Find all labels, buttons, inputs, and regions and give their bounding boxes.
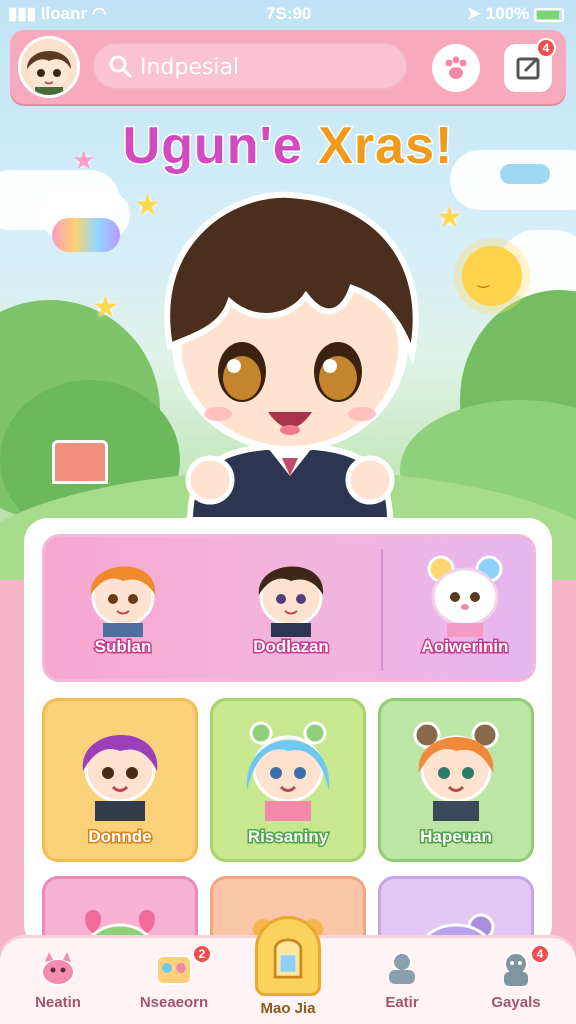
character-portrait [427, 555, 503, 637]
door-icon [273, 938, 303, 979]
nav-item-neatin[interactable]: Neatin [2, 944, 114, 1020]
location-icon: ➤ [466, 4, 482, 23]
search-bar[interactable] [92, 42, 408, 90]
paw-button[interactable] [432, 44, 480, 92]
sun-icon: ‿ [462, 246, 522, 306]
character-portrait [413, 721, 499, 821]
battery-percent: 100% [485, 4, 530, 23]
nav-item-mao-jia[interactable]: Mao Jia [232, 916, 344, 1017]
nav-badge: 4 [530, 944, 550, 964]
status-right: ➤ 100% [467, 4, 564, 24]
nav-label: Eatir [385, 994, 419, 1011]
featured-label: Sublan [93, 636, 153, 658]
toy-box-icon [156, 955, 192, 985]
featured-item[interactable]: Dodlazan [231, 545, 351, 677]
page-title: Ugun'e Xras! [0, 116, 576, 177]
carrier-label: Iloanr [40, 4, 88, 23]
notification-badge: 4 [536, 38, 556, 58]
nav-label: Mao Jia [260, 1000, 316, 1017]
robot-icon [389, 952, 415, 984]
pink-creature-icon [41, 952, 75, 986]
top-bar: 4 [10, 30, 566, 104]
character-portrait [246, 721, 330, 821]
card-label: Hapeuan [419, 826, 494, 848]
nav-item-gayals[interactable]: 4 Gayals [460, 944, 572, 1020]
nav-item-eatir[interactable]: Eatir [346, 944, 458, 1020]
nav-label: Nseaeorn [139, 994, 209, 1011]
featured-label: Aoiwerinin [420, 636, 510, 658]
nav-badge: 2 [192, 944, 212, 964]
edit-button[interactable]: 4 [504, 38, 556, 92]
card-label: Rissaniny [246, 826, 329, 848]
featured-divider [381, 549, 383, 671]
character-portrait [258, 566, 324, 637]
paw-icon [445, 56, 467, 79]
character-card[interactable]: Rissaniny [210, 698, 366, 862]
featured-row[interactable]: Sublan Dodlazan Aoiwerinin [42, 534, 536, 682]
star-icon: ★ [92, 290, 119, 325]
bottom-nav: Neatin 2 Nseaeorn Mao Jia Eatir 4 Gayals [0, 916, 576, 1024]
character-grid: Sublan Dodlazan Aoiwerinin Donnde Rissan… [24, 518, 552, 948]
title-part-2: Xras! [317, 116, 454, 177]
featured-item[interactable]: Aoiwerinin [405, 545, 525, 677]
character-card[interactable]: Hapeuan [378, 698, 534, 862]
search-icon [109, 55, 132, 78]
toy-house [52, 440, 108, 484]
card-label: Donnde [87, 826, 153, 848]
wifi-icon: ◠ [91, 4, 107, 23]
hero-character [164, 191, 419, 520]
character-portrait [90, 566, 156, 637]
nav-label: Neatin [35, 994, 81, 1011]
active-tab-plate [255, 916, 321, 996]
title-part-1: Ugun'e [121, 116, 303, 177]
featured-item[interactable]: Sublan [63, 545, 183, 677]
avatar-face [21, 39, 77, 95]
nav-label: Gayals [491, 994, 541, 1011]
nav-item-nseaeorn[interactable]: 2 Nseaeorn [118, 944, 230, 1020]
featured-label: Dodlazan [252, 636, 331, 658]
carrier-info: ▮▮▮ Iloanr ◠ [8, 4, 107, 23]
character-card[interactable]: Donnde [42, 698, 198, 862]
search-input[interactable] [140, 52, 400, 82]
clock: 7S:90 [266, 4, 312, 23]
battery-icon [534, 7, 564, 22]
status-bar: ▮▮▮ Iloanr ◠ 7S:90 ➤ 100% [0, 0, 576, 30]
edit-note-icon [516, 57, 540, 80]
ufo-icon [52, 218, 120, 252]
avatar[interactable] [18, 36, 80, 98]
character-portrait [82, 734, 158, 821]
